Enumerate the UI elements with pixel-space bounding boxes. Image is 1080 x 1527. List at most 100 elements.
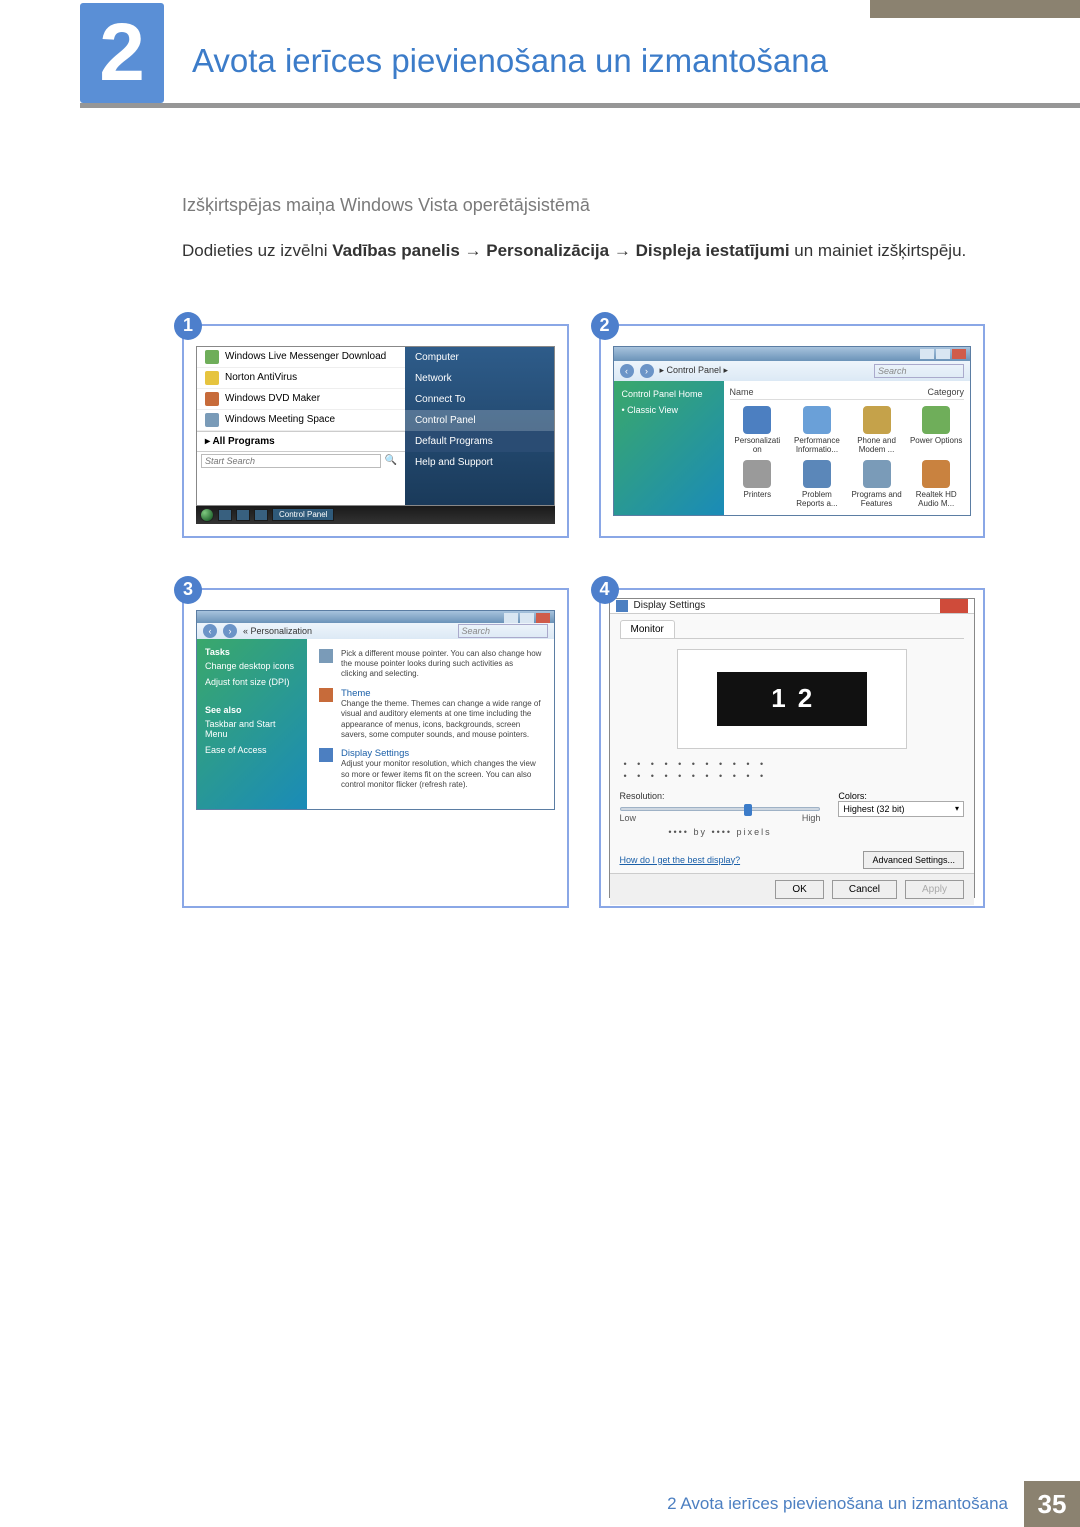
cp-item[interactable]: Programs and Features [849, 460, 905, 508]
cp-item[interactable]: Printers [730, 460, 786, 508]
cp-item-personalization[interactable]: Personalizati on [730, 406, 786, 454]
sidebar-link[interactable]: Adjust font size (DPI) [205, 677, 299, 687]
window-minimize-button[interactable] [504, 613, 518, 623]
breadcrumb[interactable]: ▸ Control Panel ▸ [660, 365, 729, 376]
start-right-item-control-panel[interactable]: Control Panel [405, 410, 554, 431]
steps-grid: 1 Windows Live Messenger Download Norton… [182, 324, 985, 908]
colors-combobox[interactable]: Highest (32 bit) ▾ [838, 801, 964, 817]
personalization-item-display-settings[interactable]: Display SettingsAdjust your monitor reso… [319, 748, 542, 790]
start-orb-icon[interactable] [200, 508, 214, 522]
help-and-advanced-row: How do I get the best display? Advanced … [620, 851, 965, 869]
step-2-badge: 2 [591, 312, 619, 340]
instr-bold-1: Vadības panelis [332, 241, 460, 260]
sidebar-link[interactable]: Change desktop icons [205, 661, 299, 671]
nav-back-icon[interactable]: ‹ [203, 624, 217, 638]
breadcrumb[interactable]: « Personalization [243, 626, 312, 636]
printers-icon [743, 460, 771, 488]
start-item[interactable]: Norton AntiVirus [197, 368, 405, 389]
taskbar-window-button[interactable]: Control Panel [272, 508, 334, 521]
nav-forward-icon[interactable]: › [223, 624, 237, 638]
start-search-input[interactable] [201, 454, 381, 468]
programs-features-icon [863, 460, 891, 488]
cp-item[interactable]: Problem Reports a... [789, 460, 845, 508]
monitor-select-placeholder: • • • • • • • • • • • [624, 771, 961, 781]
cancel-button[interactable]: Cancel [832, 880, 897, 899]
cp-item[interactable]: Realtek HD Audio M... [908, 460, 964, 508]
dialog-body: Monitor 1 2 • • • • • • • • • • • • • • … [610, 614, 975, 873]
window-minimize-button[interactable] [920, 349, 934, 359]
control-panel-sidebar: Control Panel Home • Classic View [614, 381, 724, 515]
instr-arrow-2: → [609, 241, 635, 260]
cp-item-label: Phone and Modem ... [857, 436, 896, 454]
start-item[interactable]: Windows Live Messenger Download [197, 347, 405, 368]
cp-item[interactable]: Performance Informatio... [789, 406, 845, 454]
monitor-arrangement[interactable]: 1 2 [717, 672, 867, 726]
ok-button[interactable]: OK [775, 880, 823, 899]
taskbar-quick-launch[interactable] [254, 509, 268, 521]
window-close-button[interactable] [536, 613, 550, 623]
resolution-slider[interactable] [620, 807, 821, 811]
window-close-button[interactable] [952, 349, 966, 359]
all-programs-label: All Programs [212, 436, 274, 447]
cp-item-label: Personalizati on [734, 436, 780, 454]
chevron-down-icon: ▾ [955, 804, 959, 813]
dialog-title: Display Settings [634, 600, 941, 611]
display-settings-dialog: Display Settings Monitor 1 2 • • • • • •… [609, 598, 976, 898]
personalization-item[interactable]: Pick a different mouse pointer. You can … [319, 649, 542, 680]
theme-icon [319, 688, 333, 702]
start-right-item[interactable]: Help and Support [405, 452, 554, 473]
display-settings-icon [319, 748, 333, 762]
search-input[interactable]: Search [874, 364, 964, 378]
start-right-item[interactable]: Connect To [405, 389, 554, 410]
start-item[interactable]: Windows DVD Maker [197, 389, 405, 410]
personalization-main: Pick a different mouse pointer. You can … [307, 639, 554, 809]
colors-column: Colors: Highest (32 bit)▾ [838, 791, 964, 817]
search-input[interactable]: Search [458, 624, 548, 638]
monitor-1[interactable]: 1 [771, 683, 785, 714]
footer-text: 2 Avota ierīces pievienošana un izmantoš… [667, 1494, 1024, 1514]
start-item[interactable]: Windows Meeting Space [197, 410, 405, 431]
step-4-box: 4 Display Settings Monitor 1 2 [599, 588, 986, 908]
taskbar-quick-launch[interactable] [236, 509, 250, 521]
tab-monitor[interactable]: Monitor [620, 620, 675, 638]
performance-icon [803, 406, 831, 434]
nav-back-icon[interactable]: ‹ [620, 364, 634, 378]
advanced-settings-button[interactable]: Advanced Settings... [863, 851, 964, 869]
vista-start-menu: Windows Live Messenger Download Norton A… [196, 346, 555, 506]
start-item-label: Norton AntiVirus [225, 372, 297, 383]
slider-thumb[interactable] [744, 804, 752, 816]
instr-pre: Dodieties uz izvēlni [182, 241, 332, 260]
instr-post: un mainiet izšķirtspēju. [790, 241, 967, 260]
window-toolbar: ‹ › ▸ Control Panel ▸ Search [614, 361, 971, 381]
item-description: Pick a different mouse pointer. You can … [341, 649, 542, 680]
nav-forward-icon[interactable]: › [640, 364, 654, 378]
sidebar-link[interactable]: Control Panel Home [622, 389, 716, 399]
start-menu-left: Windows Live Messenger Download Norton A… [197, 347, 405, 505]
cp-item[interactable]: Power Options [908, 406, 964, 454]
all-programs[interactable]: ▸ All Programs [197, 431, 405, 451]
control-panel-window: ‹ › ▸ Control Panel ▸ Search Control Pan… [613, 346, 972, 516]
start-right-item[interactable]: Computer [405, 347, 554, 368]
start-right-item[interactable]: Default Programs [405, 431, 554, 452]
taskbar-quick-launch[interactable] [218, 509, 232, 521]
start-right-item[interactable]: Network [405, 368, 554, 389]
step-1-box: 1 Windows Live Messenger Download Norton… [182, 324, 569, 538]
help-link[interactable]: How do I get the best display? [620, 855, 741, 865]
cp-item[interactable]: Phone and Modem ... [849, 406, 905, 454]
sidebar-link[interactable]: Ease of Access [205, 745, 299, 755]
step-4-badge: 4 [591, 576, 619, 604]
instr-arrow-1: → [460, 241, 486, 260]
sidebar-link[interactable]: Taskbar and Start Menu [205, 719, 299, 739]
personalization-item[interactable]: ThemeChange the theme. Themes can change… [319, 688, 542, 741]
personalization-icon [743, 406, 771, 434]
dialog-close-button[interactable] [940, 599, 968, 613]
colors-value: Highest (32 bit) [843, 804, 904, 814]
window-maximize-button[interactable] [520, 613, 534, 623]
instr-bold-3: Displeja iestatījumi [636, 241, 790, 260]
mouse-pointer-icon [319, 649, 333, 663]
sidebar-link[interactable]: • Classic View [622, 405, 716, 415]
apply-button[interactable]: Apply [905, 880, 964, 899]
window-maximize-button[interactable] [936, 349, 950, 359]
chapter-number: 2 [99, 6, 145, 100]
monitor-2[interactable]: 2 [798, 683, 812, 714]
